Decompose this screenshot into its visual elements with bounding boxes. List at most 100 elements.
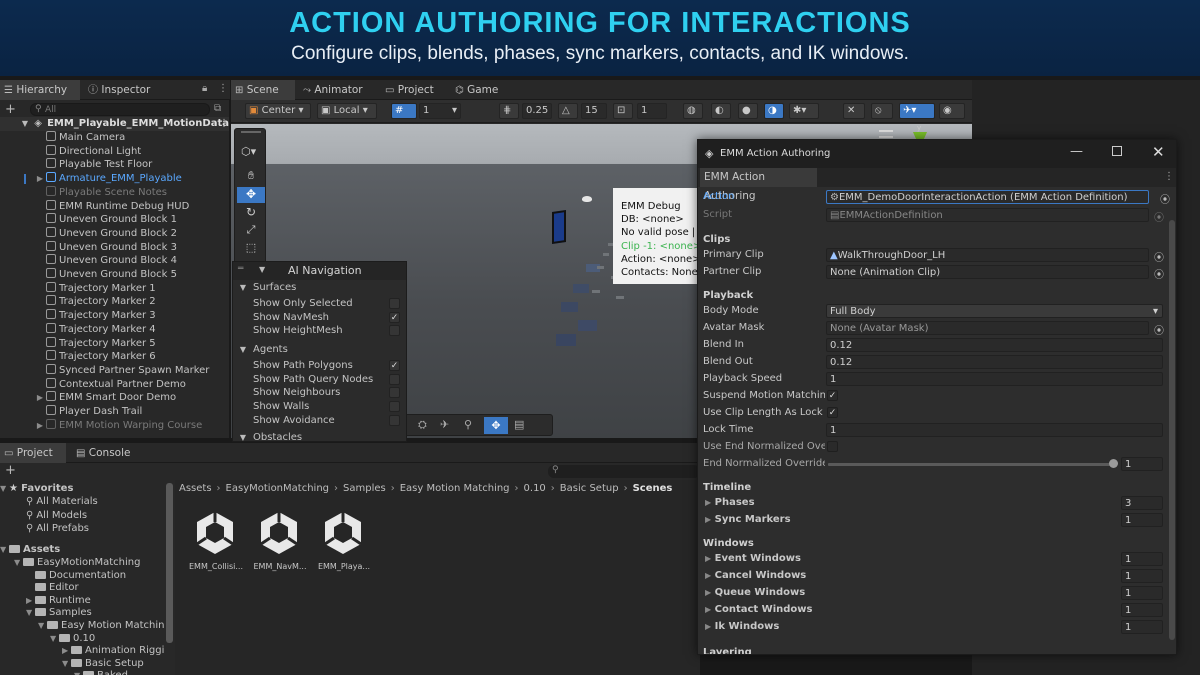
blend-out-field[interactable]: 0.12 <box>826 355 1163 369</box>
hierarchy-item[interactable]: ▶ EMM Motion Warping Course <box>0 418 229 433</box>
drag-handle-icon[interactable] <box>241 131 261 133</box>
rotate-tool-icon[interactable]: ↻ <box>237 205 265 221</box>
filter-icon[interactable]: ⧉ <box>214 103 221 114</box>
avatar-mask-picker-icon[interactable]: ⦿ <box>1154 322 1164 337</box>
contact-foldout[interactable]: ▶ Contact Windows <box>705 604 812 615</box>
root-more-icon[interactable]: ⋮ <box>219 118 229 129</box>
expand-arrow-icon[interactable]: ▼ <box>74 669 83 675</box>
asset-tile[interactable]: EMM_NavM... <box>249 510 309 576</box>
ik-count-field[interactable]: 1 <box>1121 620 1163 634</box>
ai-nav-option[interactable]: Show Avoidance <box>233 414 406 428</box>
hierarchy-item[interactable]: Trajectory Marker 6 <box>0 350 229 364</box>
grid-size-field[interactable]: 1 ▾ <box>419 103 461 119</box>
ai-nav-section-obstacles[interactable]: ▼ Obstacles <box>233 431 406 441</box>
ai-nav-checkbox[interactable] <box>389 414 400 426</box>
add-asset-icon[interactable]: + <box>5 463 16 478</box>
tab-project-top[interactable]: ▭ Project <box>381 80 445 100</box>
breadcrumb-item[interactable]: Assets <box>179 483 212 494</box>
expand-arrow-icon[interactable]: ▼ <box>26 606 35 620</box>
zoom-icon[interactable]: ⚲ <box>464 418 472 431</box>
ai-nav-checkbox[interactable] <box>389 325 400 337</box>
end-override-slider-track[interactable] <box>828 463 1114 466</box>
ai-nav-option[interactable]: Show Only Selected <box>233 297 406 311</box>
clip-lock-checkbox[interactable]: ✓ <box>827 407 838 418</box>
rect-tool-icon[interactable]: ⬚ <box>237 241 265 257</box>
ai-nav-checkbox[interactable] <box>389 387 400 399</box>
collapse-icon[interactable]: ▼ <box>259 265 265 274</box>
drag-handle-icon[interactable]: ═ <box>238 264 243 274</box>
hierarchy-item[interactable]: ▶ EMM Smart Door Demo <box>0 391 229 405</box>
expand-arrow-icon[interactable]: ▶ <box>0 419 46 433</box>
ai-nav-header[interactable]: ═ ▼ AI Navigation <box>233 262 406 280</box>
phases-count-field[interactable]: 3 <box>1121 496 1163 510</box>
more-icon[interactable]: ⋮ <box>218 83 228 94</box>
shading-wire-icon[interactable]: ◐ <box>711 103 731 119</box>
ai-nav-option[interactable]: Show Neighbours <box>233 386 406 400</box>
space-dropdown[interactable]: ▣ Local ▾ <box>317 103 377 119</box>
asset-tile[interactable]: EMM_Collisi... <box>185 510 245 576</box>
globe-icon[interactable]: ◍ <box>683 103 703 119</box>
lock-time-field[interactable]: 1 <box>826 423 1163 437</box>
cube-tool-icon[interactable]: ⬡▾ <box>241 145 256 158</box>
breadcrumb-item[interactable]: 0.10 <box>524 483 546 494</box>
project-folder[interactable]: ▼ Baked <box>74 669 128 675</box>
hierarchy-item[interactable]: Uneven Ground Block 3 <box>0 240 229 255</box>
hierarchy-item[interactable]: Trajectory Marker 3 <box>0 309 229 323</box>
search-input[interactable]: ⚲ All <box>30 103 210 116</box>
cancel-count-field[interactable]: 1 <box>1121 569 1163 583</box>
blend-in-field[interactable]: 0.12 <box>826 338 1163 352</box>
ai-nav-section-agents[interactable]: ▼ Agents <box>233 343 406 357</box>
ai-nav-checkbox[interactable] <box>389 401 400 413</box>
tab-game[interactable]: ⌬ Game <box>451 80 515 100</box>
breadcrumb-item[interactable]: Basic Setup <box>560 483 619 494</box>
playback-speed-field[interactable]: 1 <box>826 372 1163 386</box>
partner-clip-field[interactable]: None (Animation Clip) <box>826 265 1149 279</box>
snap-icon[interactable]: ⋕ <box>499 103 519 119</box>
hierarchy-root[interactable]: ▼ ◈ EMM_Playable_EMM_MotionData <box>0 117 229 131</box>
angle-field[interactable]: 15 <box>581 103 607 119</box>
nav-bake-icon[interactable]: ⛭ <box>418 418 427 432</box>
breadcrumb-item[interactable]: Scenes <box>633 483 673 494</box>
ai-nav-option[interactable]: Show Walls <box>233 400 406 414</box>
maximize-button[interactable] <box>1112 146 1122 156</box>
hidden-icon[interactable]: ✕ <box>843 103 865 119</box>
ai-nav-checkbox[interactable]: ✓ <box>389 311 400 323</box>
queue-foldout[interactable]: ▶ Queue Windows <box>705 587 805 598</box>
partner-clip-picker-icon[interactable]: ⦿ <box>1154 266 1164 281</box>
grid-toggle[interactable]: # <box>391 103 417 119</box>
gizmo-off-icon[interactable]: ⦸ <box>871 103 893 119</box>
avatar-mask-field[interactable]: None (Avatar Mask) <box>826 321 1149 335</box>
ai-nav-checkbox[interactable] <box>389 373 400 385</box>
hierarchy-item[interactable]: Trajectory Marker 1 <box>0 281 229 296</box>
tab-console[interactable]: ▤ Console <box>72 443 142 463</box>
hierarchy-item[interactable]: Directional Light <box>0 144 229 159</box>
minimize-button[interactable]: — <box>1070 144 1083 159</box>
add-icon[interactable]: + <box>5 102 16 117</box>
tab-project[interactable]: ▭ Project <box>0 443 66 463</box>
contact-count-field[interactable]: 1 <box>1121 603 1163 617</box>
tab-scene[interactable]: ⊞ Scene <box>231 80 295 100</box>
phases-foldout[interactable]: ▶ Phases <box>705 497 755 508</box>
hand-tool-icon[interactable]: ✋︎ <box>237 169 265 185</box>
favorites-item[interactable]: ⚲ All Models <box>26 509 87 523</box>
gizmos-dropdown[interactable]: ✈▾ <box>899 103 935 119</box>
hierarchy-item[interactable]: Trajectory Marker 2 <box>0 295 229 309</box>
tab-animator[interactable]: ⤳ Animator <box>299 80 373 100</box>
primary-clip-field[interactable]: ▲WalkThroughDoor_LH <box>826 248 1149 262</box>
queue-count-field[interactable]: 1 <box>1121 586 1163 600</box>
snap-field[interactable]: 0.25 <box>522 103 552 119</box>
close-button[interactable]: ✕ <box>1152 143 1165 161</box>
end-override-field[interactable]: 1 <box>1121 457 1163 471</box>
end-override-slider-handle[interactable] <box>1109 459 1118 468</box>
action-picker-icon[interactable]: ⦿ <box>1160 191 1170 206</box>
hierarchy-item[interactable]: Main Camera <box>0 131 229 145</box>
effects-icon[interactable]: ✱▾ <box>789 103 819 119</box>
hierarchy-item[interactable]: Trajectory Marker 5 <box>0 336 229 351</box>
ai-nav-option[interactable]: Show HeightMesh <box>233 324 406 338</box>
breadcrumb-item[interactable]: EasyMotionMatching <box>226 483 329 494</box>
hierarchy-item[interactable]: Contextual Partner Demo <box>0 377 229 392</box>
pivot-dropdown[interactable]: ▣ Center ▾ <box>245 103 311 119</box>
hierarchy-item[interactable]: Playable Test Floor <box>0 158 229 172</box>
hierarchy-item[interactable]: Trajectory Marker 4 <box>0 322 229 337</box>
tab-hierarchy[interactable]: ☰ Hierarchy <box>0 80 80 100</box>
